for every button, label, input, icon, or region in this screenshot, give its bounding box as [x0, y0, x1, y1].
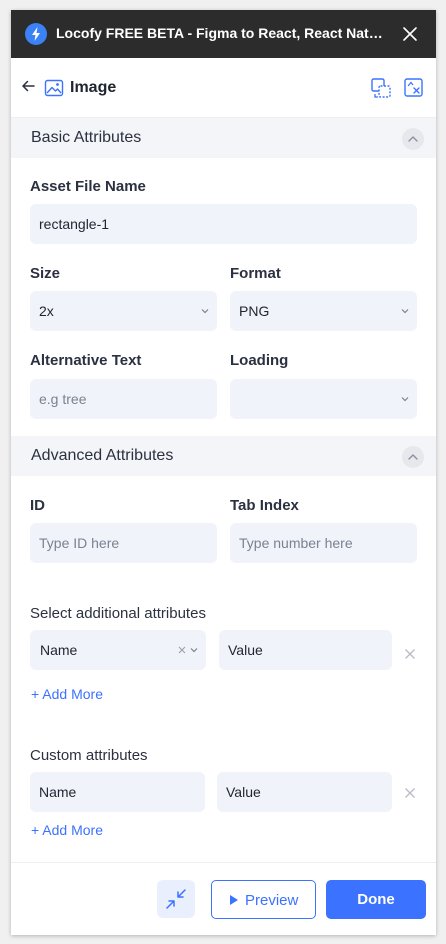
image-icon [44, 78, 64, 98]
custom-attribute-name: Name [39, 784, 77, 800]
additional-attribute-name-select[interactable]: Name [30, 630, 206, 670]
locofy-logo-icon [25, 23, 47, 45]
chevron-down-icon [401, 397, 409, 402]
additional-attribute-name: Name [40, 642, 78, 658]
remove-tag-icon[interactable] [403, 77, 425, 99]
tab-index-placeholder: Type number here [239, 535, 353, 551]
id-placeholder: Type ID here [39, 535, 120, 551]
loading-select[interactable] [230, 379, 417, 419]
size-label: Size [30, 265, 61, 282]
size-value: 2x [39, 303, 54, 319]
play-icon [230, 895, 238, 905]
section-title: Basic Attributes [31, 129, 142, 146]
back-arrow-icon[interactable] [19, 76, 39, 96]
chevron-up-icon[interactable] [402, 446, 424, 468]
asset-file-name-input[interactable]: rectangle-1 [30, 204, 417, 244]
custom-attributes-label: Custom attributes [30, 747, 148, 764]
chevron-down-icon [201, 309, 209, 314]
alternative-text-placeholder: e.g tree [39, 391, 87, 407]
additional-attribute-value-input[interactable]: Value [219, 630, 392, 670]
additional-attributes-label: Select additional attributes [30, 605, 206, 622]
asset-file-name-value: rectangle-1 [39, 216, 110, 232]
preview-button[interactable]: Preview [211, 880, 316, 919]
custom-attribute-value: Value [226, 784, 261, 800]
minimize-button[interactable] [157, 880, 195, 918]
plugin-titlebar: Locofy FREE BETA - Figma to React, React… [11, 10, 436, 58]
basic-attributes-section[interactable]: Basic Attributes [11, 118, 436, 158]
loading-label: Loading [230, 352, 289, 369]
clear-icon[interactable] [176, 644, 188, 656]
chevron-down-icon [190, 648, 198, 653]
alternative-text-input[interactable]: e.g tree [30, 379, 217, 419]
custom-attribute-name-input[interactable]: Name [30, 772, 205, 812]
id-label: ID [30, 497, 45, 514]
minimize-icon [166, 889, 186, 909]
asset-file-name-label: Asset File Name [30, 178, 146, 195]
panel-header: Image [11, 58, 436, 118]
alternative-text-label: Alternative Text [30, 352, 142, 369]
section-title: Advanced Attributes [31, 447, 174, 464]
tab-index-label: Tab Index [230, 497, 299, 514]
additional-attribute-value: Value [228, 642, 263, 658]
done-button[interactable]: Done [326, 880, 426, 919]
preview-label: Preview [245, 892, 299, 909]
plugin-title: Locofy FREE BETA - Figma to React, React… [56, 25, 386, 41]
chevron-up-icon[interactable] [402, 128, 424, 150]
close-icon[interactable] [399, 23, 421, 45]
id-input[interactable]: Type ID here [30, 523, 217, 563]
custom-attribute-value-input[interactable]: Value [217, 772, 392, 812]
size-select[interactable]: 2x [30, 291, 217, 331]
page-title: Image [70, 79, 117, 96]
plugin-panel: Locofy FREE BETA - Figma to React, React… [11, 10, 436, 935]
chevron-down-icon [401, 309, 409, 314]
remove-row-icon[interactable] [404, 648, 416, 660]
panel-footer: Preview Done [11, 862, 436, 935]
advanced-attributes-section[interactable]: Advanced Attributes [11, 436, 436, 476]
remove-row-icon[interactable] [404, 787, 416, 799]
add-more-attributes-link[interactable]: + Add More [31, 686, 103, 702]
format-select[interactable]: PNG [230, 291, 417, 331]
swap-component-icon[interactable] [370, 77, 392, 99]
format-value: PNG [239, 303, 270, 319]
tab-index-input[interactable]: Type number here [230, 523, 417, 563]
format-label: Format [230, 265, 281, 282]
add-more-custom-link[interactable]: + Add More [31, 822, 103, 838]
